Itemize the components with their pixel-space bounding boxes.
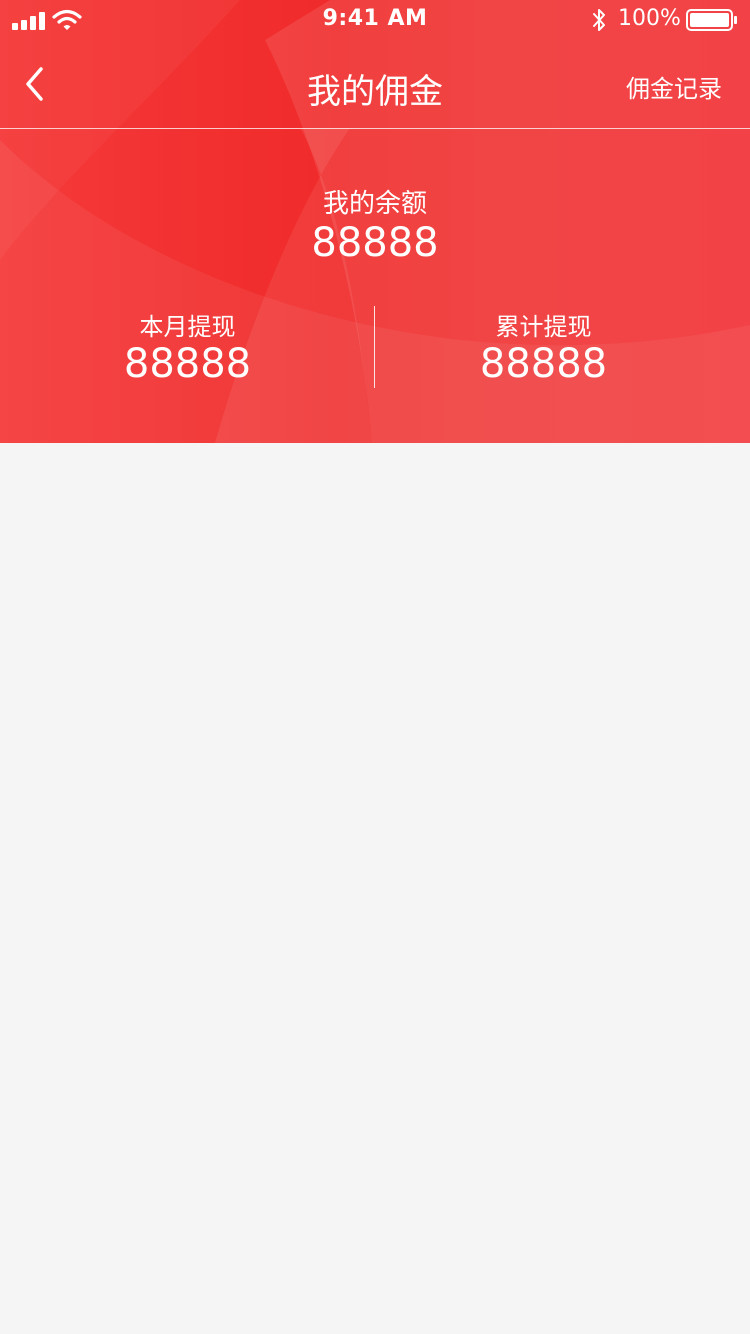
nav-bar: 我的佣金 佣金记录 xyxy=(0,40,750,129)
commission-records-link[interactable]: 佣金记录 xyxy=(626,69,722,104)
status-bar: 9:41 AM 100% xyxy=(0,0,750,40)
total-withdrawal-value: 88888 xyxy=(479,341,608,387)
battery-percentage: 100% xyxy=(618,6,681,31)
monthly-withdrawal-label: 本月提现 xyxy=(139,313,236,341)
total-withdrawal: 累计提现 88888 xyxy=(356,312,731,386)
total-withdrawal-label: 累计提现 xyxy=(495,313,592,341)
monthly-withdrawal: 本月提现 88888 xyxy=(0,312,375,386)
balance-value: 88888 xyxy=(311,220,439,266)
bluetooth-icon xyxy=(593,9,605,31)
monthly-withdrawal-value: 88888 xyxy=(123,341,252,387)
battery-icon xyxy=(686,9,737,31)
content-area xyxy=(0,443,750,1334)
commission-header: 9:41 AM 100% 我的佣金 佣金记录 我的余额 88888 本月提现 8… xyxy=(0,0,750,443)
balance-label: 我的余额 xyxy=(322,189,427,219)
